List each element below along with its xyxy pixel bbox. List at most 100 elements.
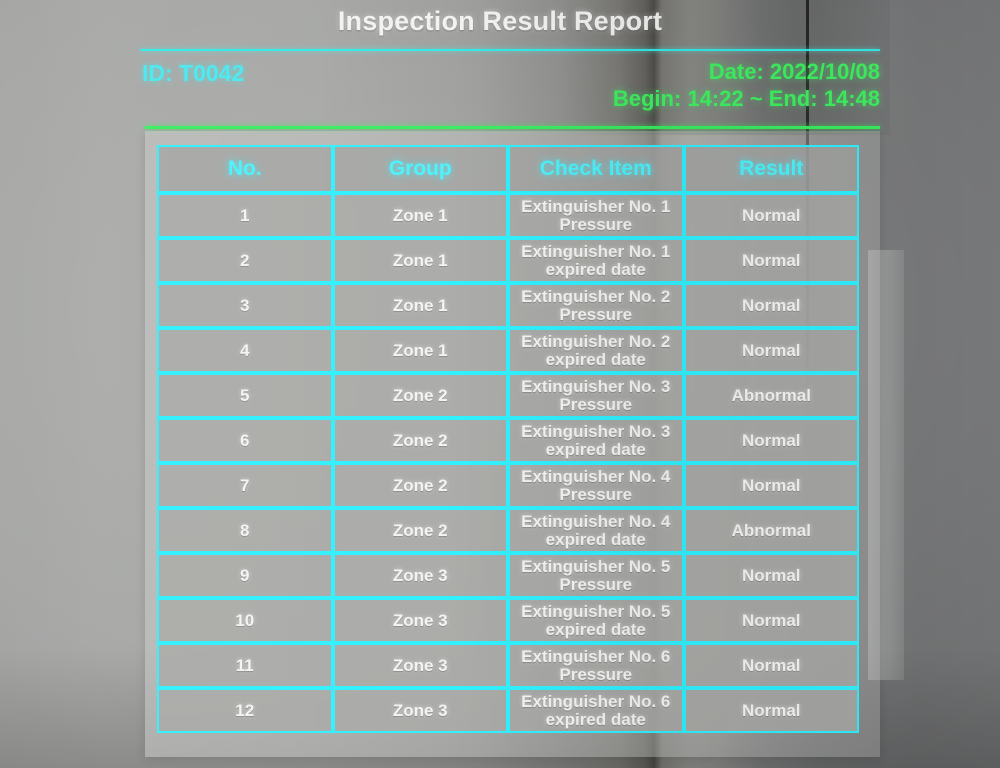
status-badge: Normal bbox=[683, 553, 859, 598]
cell-check-item: Extinguisher No. 6 Pressure bbox=[508, 643, 684, 688]
cell-check-item: Extinguisher No. 5 Pressure bbox=[508, 553, 684, 598]
cell-check-item: Extinguisher No. 3 expired date bbox=[508, 418, 684, 463]
report-meta: ID: T0042 Date: 2022/10/08 Begin: 14:22 … bbox=[0, 56, 1000, 118]
table-header: No. Group Check Item Result bbox=[157, 145, 859, 193]
column-header-result: Result bbox=[683, 145, 859, 193]
cell-check-item: Extinguisher No. 4 Pressure bbox=[508, 463, 684, 508]
cell-no: 4 bbox=[157, 328, 333, 373]
check-item-line-1: Extinguisher No. 3 bbox=[521, 421, 671, 441]
cell-no: 1 bbox=[157, 193, 333, 238]
table-row: 2 Zone 1 Extinguisher No. 1 expired date Nor… bbox=[157, 238, 859, 283]
table-row: 10 Zone 3 Extinguisher No. 5 expired date No… bbox=[157, 598, 859, 643]
cell-group: Zone 1 bbox=[332, 328, 508, 373]
status-badge: Normal bbox=[683, 598, 859, 643]
status-badge: Normal bbox=[683, 643, 859, 688]
check-item-line-2: expired date bbox=[545, 259, 646, 279]
cell-group: Zone 2 bbox=[332, 508, 508, 553]
cell-group: Zone 3 bbox=[332, 553, 508, 598]
status-badge: Abnormal bbox=[683, 508, 859, 553]
cell-check-item: Extinguisher No. 1 expired date bbox=[508, 238, 684, 283]
status-badge: Normal bbox=[683, 463, 859, 508]
check-item-line-2: expired date bbox=[545, 349, 646, 369]
cell-check-item: Extinguisher No. 2 Pressure bbox=[508, 283, 684, 328]
check-item-line-1: Extinguisher No. 3 bbox=[521, 376, 671, 396]
cell-no: 5 bbox=[157, 373, 333, 418]
status-badge: Normal bbox=[683, 328, 859, 373]
cell-check-item: Extinguisher No. 1 Pressure bbox=[508, 193, 684, 238]
status-badge: Normal bbox=[683, 688, 859, 733]
cell-no: 7 bbox=[157, 463, 333, 508]
cell-check-item: Extinguisher No. 4 expired date bbox=[508, 508, 684, 553]
check-item-line-1: Extinguisher No. 5 bbox=[521, 601, 671, 621]
status-badge: Normal bbox=[683, 418, 859, 463]
cell-check-item: Extinguisher No. 5 expired date bbox=[508, 598, 684, 643]
cell-group: Zone 3 bbox=[332, 643, 508, 688]
cell-group: Zone 3 bbox=[332, 688, 508, 733]
table-row: 7 Zone 2 Extinguisher No. 4 Pressure Normal bbox=[157, 463, 859, 508]
check-item-line-1: Extinguisher No. 6 bbox=[521, 646, 671, 666]
table-row: 8 Zone 2 Extinguisher No. 4 expired date Abn… bbox=[157, 508, 859, 553]
check-item-line-2: Pressure bbox=[559, 214, 633, 234]
check-item-line-1: Extinguisher No. 1 bbox=[521, 241, 671, 261]
cell-no: 3 bbox=[157, 283, 333, 328]
check-item-line-2: Pressure bbox=[559, 664, 633, 684]
meta-divider bbox=[145, 126, 880, 129]
report-id: ID: T0042 bbox=[142, 60, 245, 86]
check-item-line-1: Extinguisher No. 1 bbox=[521, 196, 671, 216]
table-row: 11 Zone 3 Extinguisher No. 6 Pressure Normal bbox=[157, 643, 859, 688]
cell-check-item: Extinguisher No. 6 expired date bbox=[508, 688, 684, 733]
table-row: 9 Zone 3 Extinguisher No. 5 Pressure Normal bbox=[157, 553, 859, 598]
check-item-line-2: Pressure bbox=[559, 484, 633, 504]
cell-no: 12 bbox=[157, 688, 333, 733]
cell-group: Zone 1 bbox=[332, 193, 508, 238]
report-datetime: Date: 2022/10/08 Begin: 14:22 ~ End: 14:… bbox=[613, 58, 880, 112]
status-badge: Normal bbox=[683, 283, 859, 328]
column-header-check-item: Check Item bbox=[508, 145, 684, 193]
report-header: Inspection Result Report ID: T0042 Date:… bbox=[0, 0, 1000, 129]
check-item-line-1: Extinguisher No. 4 bbox=[521, 511, 671, 531]
cell-group: Zone 1 bbox=[332, 238, 508, 283]
table-row: 6 Zone 2 Extinguisher No. 3 expired date Nor… bbox=[157, 418, 859, 463]
cell-group: Zone 1 bbox=[332, 283, 508, 328]
check-item-line-2: expired date bbox=[545, 529, 646, 549]
report-date: Date: 2022/10/08 bbox=[708, 59, 880, 84]
table-header-row: No. Group Check Item Result bbox=[157, 145, 859, 193]
cell-no: 9 bbox=[157, 553, 333, 598]
cell-no: 6 bbox=[157, 418, 333, 463]
table-row: 4 Zone 1 Extinguisher No. 2 expired date Nor… bbox=[157, 328, 859, 373]
check-item-line-2: expired date bbox=[545, 619, 646, 639]
inspection-results-table: No. Group Check Item Result 1 Zone 1 Extin… bbox=[157, 145, 859, 733]
cell-no: 2 bbox=[157, 238, 333, 283]
check-item-line-1: Extinguisher No. 5 bbox=[521, 556, 671, 576]
check-item-line-1: Extinguisher No. 4 bbox=[521, 466, 671, 486]
cell-no: 11 bbox=[157, 643, 333, 688]
check-item-line-2: Pressure bbox=[559, 574, 633, 594]
check-item-line-2: expired date bbox=[545, 709, 646, 729]
cell-check-item: Extinguisher No. 2 expired date bbox=[508, 328, 684, 373]
cell-check-item: Extinguisher No. 3 Pressure bbox=[508, 373, 684, 418]
title-divider bbox=[140, 49, 880, 51]
table-row: 12 Zone 3 Extinguisher No. 6 expired date No… bbox=[157, 688, 859, 733]
cell-group: Zone 2 bbox=[332, 373, 508, 418]
inspection-report-screen: Inspection Result Report ID: T0042 Date:… bbox=[0, 0, 1000, 768]
status-badge: Abnormal bbox=[683, 373, 859, 418]
cell-no: 10 bbox=[157, 598, 333, 643]
cell-no: 8 bbox=[157, 508, 333, 553]
cell-group: Zone 2 bbox=[332, 418, 508, 463]
page-title: Inspection Result Report bbox=[337, 6, 663, 36]
check-item-line-2: Pressure bbox=[559, 304, 633, 324]
check-item-line-2: Pressure bbox=[559, 394, 633, 414]
status-badge: Normal bbox=[683, 193, 859, 238]
cell-group: Zone 3 bbox=[332, 598, 508, 643]
check-item-line-2: expired date bbox=[545, 439, 646, 459]
column-header-group: Group bbox=[332, 145, 508, 193]
check-item-line-1: Extinguisher No. 2 bbox=[521, 286, 671, 306]
check-item-line-1: Extinguisher No. 6 bbox=[521, 691, 671, 711]
status-badge: Normal bbox=[683, 238, 859, 283]
cell-group: Zone 2 bbox=[332, 463, 508, 508]
report-time-range: Begin: 14:22 ~ End: 14:48 bbox=[612, 86, 880, 111]
table-row: 5 Zone 2 Extinguisher No. 3 Pressure Abnorma… bbox=[157, 373, 859, 418]
table-row: 1 Zone 1 Extinguisher No. 1 Pressure Normal bbox=[157, 193, 859, 238]
column-header-no: No. bbox=[157, 145, 333, 193]
table-body: 1 Zone 1 Extinguisher No. 1 Pressure Normal 2… bbox=[157, 193, 859, 733]
